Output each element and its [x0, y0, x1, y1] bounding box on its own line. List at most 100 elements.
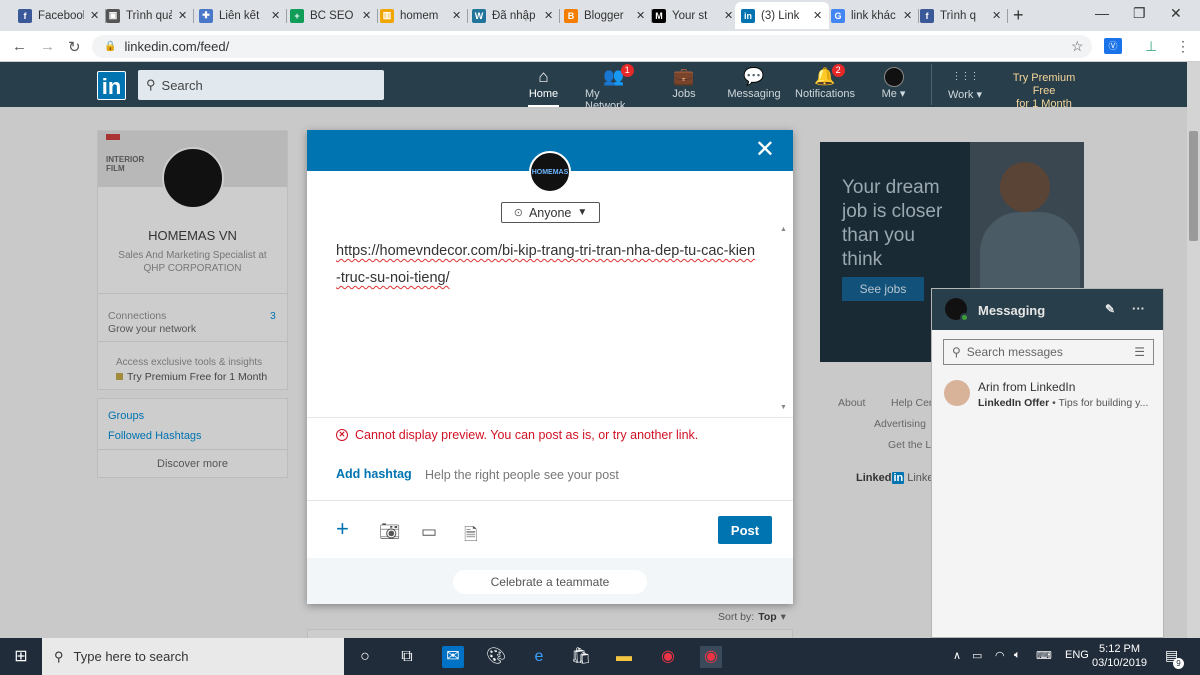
minimize-button[interactable]: —	[1095, 5, 1109, 21]
footer-about-link[interactable]: About	[838, 397, 865, 409]
browser-tab[interactable]: in (3) Link ✕	[735, 2, 829, 29]
close-window-button[interactable]: ✕	[1170, 5, 1182, 22]
nav-item-avatar[interactable]: ●Me ▾	[878, 66, 909, 107]
language-indicator[interactable]: ENG	[1065, 649, 1089, 661]
reload-icon[interactable]: ↻	[68, 38, 81, 56]
nav-item-briefcase[interactable]: 💼 Jobs	[671, 66, 697, 107]
tab-close-icon[interactable]: ✕	[903, 9, 913, 22]
filter-icon[interactable]: ☰	[1134, 345, 1145, 359]
search-input[interactable]: ⚲ Search	[138, 70, 384, 100]
profile-name[interactable]: HOMEMAS VN	[98, 228, 287, 243]
maximize-button[interactable]: ❐	[1133, 5, 1146, 22]
footer-get-app-link[interactable]: Get the LinkedIn app	[888, 439, 931, 451]
hashtags-link[interactable]: Followed Hashtags	[108, 430, 202, 442]
tab-close-icon[interactable]: ✕	[992, 9, 1002, 22]
document-icon[interactable]: 🗎	[464, 522, 478, 551]
post-button[interactable]: Post	[718, 516, 772, 544]
premium-link[interactable]: Try Premium Free for 1 Month	[1000, 72, 1088, 111]
browser-tab[interactable]: M Your st ✕	[646, 2, 740, 29]
grow-network-label[interactable]: Grow your network	[108, 323, 196, 335]
nav-item-label: Work ▾	[947, 89, 983, 101]
footer-advertising-link[interactable]: Advertising	[874, 418, 926, 430]
text-area-scrollbar[interactable]: ▲ ▼	[778, 226, 790, 416]
celebrate-section: Celebrate a teammate	[307, 558, 793, 604]
browser-tab[interactable]: ▣ Trình quản ✕	[100, 2, 194, 29]
nav-item-network[interactable]: 👥 1 My Network	[585, 64, 643, 112]
forward-icon[interactable]: →	[40, 38, 55, 55]
tab-close-icon[interactable]: ✕	[90, 9, 100, 22]
plus-icon[interactable]: +	[336, 516, 349, 542]
messaging-header[interactable]: Messaging ✎ ···	[932, 289, 1163, 330]
tab-close-icon[interactable]: ✕	[452, 9, 462, 22]
linkedin-logo[interactable]: in	[97, 71, 126, 100]
file-explorer-icon[interactable]: ▬	[613, 646, 635, 668]
task-view-icon[interactable]: ⧉	[396, 646, 418, 668]
browser-tab[interactable]: ✚ Liên kết ✕	[193, 2, 287, 29]
camera-icon[interactable]: 📷︎	[379, 522, 401, 542]
tab-close-icon[interactable]: ✕	[544, 9, 554, 22]
messages-search-input[interactable]: ⚲ Search messages ☰	[943, 339, 1154, 365]
conversation-item[interactable]: Arin from LinkedIn LinkedIn Offer • Tips…	[932, 377, 1163, 417]
volume-icon[interactable]: 🔈︎	[1014, 649, 1021, 662]
feed-post-card	[307, 629, 793, 638]
browser-tab[interactable]: ▥ homem ✕	[374, 2, 468, 29]
post-text-area[interactable]: https://homevndecor.com/bi-kip-trang-tri…	[336, 238, 756, 292]
new-tab-button[interactable]: +	[1013, 5, 1024, 26]
nav-item-home[interactable]: ⌂ Home	[528, 66, 559, 107]
tab-close-icon[interactable]: ✕	[724, 9, 734, 22]
browser-tab[interactable]: Glink khác ✕	[825, 2, 919, 29]
nav-item-messaging[interactable]: 💬 Messaging	[727, 66, 781, 107]
premium-promo[interactable]: Try Premium Free for 1 Month	[116, 371, 267, 383]
tray-chevron-icon[interactable]: ∧	[953, 649, 961, 662]
url-bar[interactable]: 🔒 linkedin.com/feed/	[92, 35, 1092, 58]
visibility-dropdown[interactable]: ⊙ Anyone ▼	[501, 202, 600, 223]
compose-icon[interactable]: ✎	[1105, 302, 1115, 316]
clock[interactable]: 5:12 PM 03/10/2019	[1092, 642, 1147, 670]
taskbar-search-input[interactable]: ⚲ Type here to search	[42, 638, 344, 675]
footer-help-link[interactable]: Help Center	[891, 397, 931, 409]
groups-link[interactable]: Groups	[108, 410, 144, 422]
video-icon[interactable]: ▭	[421, 522, 437, 542]
cortana-icon[interactable]: ○	[354, 646, 376, 668]
poster-avatar: HOMEMAS	[529, 151, 571, 193]
keyboard-icon[interactable]: ⌨	[1036, 649, 1052, 662]
extension-icon[interactable]: Ⓥ	[1104, 38, 1122, 54]
tab-close-icon[interactable]: ✕	[636, 9, 646, 22]
menu-icon[interactable]: ⋮	[1176, 38, 1190, 55]
battery-icon[interactable]: ▭	[972, 649, 982, 662]
tab-close-icon[interactable]: ✕	[271, 9, 281, 22]
chrome-icon[interactable]: ◉	[657, 646, 679, 668]
tab-close-icon[interactable]: ✕	[178, 9, 188, 22]
browser-tab[interactable]: f Facebook ✕	[12, 2, 106, 29]
edge-icon[interactable]: e	[528, 646, 550, 668]
profile-avatar[interactable]	[162, 147, 224, 209]
windows-start-icon[interactable]: ⊞	[10, 646, 32, 668]
back-icon[interactable]: ←	[12, 38, 27, 55]
wifi-icon[interactable]: ◠	[995, 649, 1005, 662]
connections-count[interactable]: 3	[270, 310, 276, 322]
extension-2-icon[interactable]: ⊥	[1145, 38, 1157, 55]
bookmark-star-icon[interactable]: ☆	[1071, 38, 1084, 55]
store-icon[interactable]: 🛍︎	[570, 646, 592, 668]
outlook-icon[interactable]: ✉	[442, 646, 464, 668]
page-scrollbar-thumb[interactable]	[1189, 131, 1198, 241]
sort-by[interactable]: Sort by: Top ▾	[718, 611, 786, 623]
tab-close-icon[interactable]: ✕	[813, 9, 823, 22]
connections-label[interactable]: Connections	[108, 310, 166, 322]
paint-icon[interactable]: 🎨︎	[485, 646, 507, 668]
nav-item-bell[interactable]: 🔔 2 Notifications	[794, 64, 856, 107]
add-hashtag-button[interactable]: Add hashtag	[336, 467, 412, 481]
see-jobs-button[interactable]: See jobs	[842, 277, 924, 301]
discover-more-button[interactable]: Discover more	[98, 458, 287, 470]
more-options-icon[interactable]: ···	[1132, 301, 1145, 316]
tab-close-icon[interactable]: ✕	[362, 9, 372, 22]
chrome-active-icon[interactable]: ◉	[700, 646, 722, 668]
browser-tab[interactable]: + BC SEO ✕	[284, 2, 378, 29]
close-icon[interactable]: ✕	[755, 138, 775, 162]
nav-item-grid[interactable]: ⋮⋮⋮ Work ▾	[944, 66, 986, 107]
browser-tab[interactable]: f Trình q ✕	[914, 2, 1008, 29]
messaging-panel: Messaging ✎ ··· ⚲ Search messages ☰ Arin…	[931, 288, 1164, 638]
browser-tab[interactable]: B Blogger ✕	[558, 2, 652, 29]
celebrate-teammate-button[interactable]: Celebrate a teammate	[453, 570, 647, 594]
browser-tab[interactable]: W Đã nhập ✕	[466, 2, 560, 29]
